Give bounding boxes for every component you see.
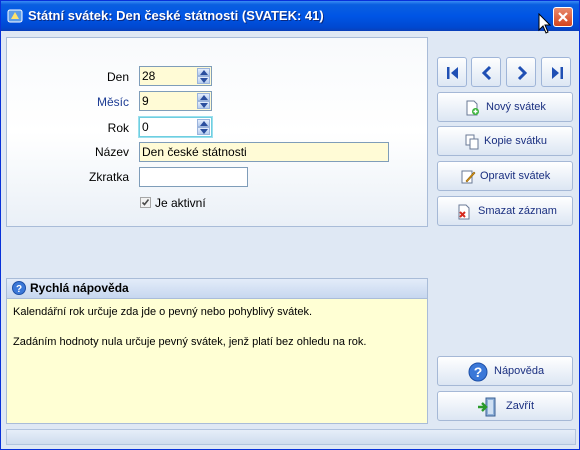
last-icon (552, 67, 563, 79)
help-icon: ? (468, 362, 488, 382)
mesic-value: 9 (142, 94, 149, 108)
help-button[interactable]: ? Nápověda (437, 356, 573, 386)
edit-holiday-button[interactable]: Opravit svátek (437, 161, 573, 191)
rok-spin-up-button[interactable] (197, 119, 210, 127)
copy-holiday-label: Kopie svátku (484, 135, 547, 147)
den-spin-up-button[interactable] (197, 68, 210, 76)
help-text-line: Zadáním hodnoty nula určuje pevný svátek… (13, 336, 367, 348)
aktivni-label: Je aktivní (155, 196, 206, 210)
title-bar[interactable]: Státní svátek: Den české státnosti (SVAT… (1, 1, 579, 31)
nazev-label: Název (94, 145, 129, 159)
help-icon: ? (12, 281, 26, 295)
zkratka-label: Zkratka (88, 170, 129, 184)
first-record-button[interactable] (437, 57, 467, 87)
den-value: 28 (142, 69, 156, 83)
dialog-window: Státní svátek: Den české státnosti (SVAT… (0, 0, 580, 450)
delete-icon (458, 204, 470, 220)
rok-spinner[interactable]: 0 (139, 117, 212, 137)
arrow-down-icon (200, 103, 208, 108)
arrow-up-icon (200, 95, 208, 100)
mouse-cursor-icon (538, 13, 552, 34)
delete-record-label: Smazat záznam (478, 205, 557, 217)
exit-door-icon (478, 397, 496, 417)
next-record-button[interactable] (506, 57, 536, 87)
help-text-line: Kalendářní rok určuje zda jde o pevný ne… (13, 306, 313, 318)
chevron-left-icon (481, 65, 492, 81)
den-spinner[interactable]: 28 (139, 66, 212, 86)
close-dialog-label: Zavřít (506, 400, 535, 412)
arrow-up-icon (200, 121, 208, 126)
checkmark-icon (141, 199, 150, 206)
delete-record-button[interactable]: Smazat záznam (437, 196, 573, 226)
mesic-spin-down-button[interactable] (197, 101, 210, 109)
close-icon (558, 12, 568, 22)
arrow-up-icon (200, 70, 208, 75)
quick-help-panel: ? Rychlá nápověda Kalendářní rok určuje … (6, 278, 428, 424)
chevron-right-icon (517, 65, 528, 81)
aktivni-checkbox[interactable] (140, 197, 151, 208)
new-holiday-label: Nový svátek (486, 101, 546, 113)
svg-text:?: ? (16, 284, 22, 295)
first-icon (447, 67, 458, 79)
arrow-down-icon (200, 78, 208, 83)
window-title: Státní svátek: Den české státnosti (SVAT… (28, 8, 324, 23)
edit-icon (461, 170, 476, 184)
mesic-spin-up-button[interactable] (197, 93, 210, 101)
copy-holiday-button[interactable]: Kopie svátku (437, 126, 573, 156)
den-spin-down-button[interactable] (197, 76, 210, 84)
close-button[interactable] (553, 7, 573, 27)
form-panel: Den 28 Měsíc 9 Rok 0 Název Den české stá… (6, 37, 428, 227)
previous-record-button[interactable] (471, 57, 501, 87)
close-dialog-button[interactable]: Zavřít (437, 391, 573, 421)
zkratka-input[interactable] (139, 167, 248, 187)
svg-text:?: ? (474, 364, 483, 380)
quick-help-header: ? Rychlá nápověda (7, 279, 427, 299)
arrow-down-icon (200, 129, 208, 134)
quick-help-title: Rychlá nápověda (30, 281, 129, 295)
rok-spin-down-button[interactable] (197, 127, 210, 135)
status-bar (6, 429, 576, 445)
mesic-label: Měsíc (96, 95, 129, 109)
den-label: Den (106, 70, 129, 84)
rok-label: Rok (107, 121, 129, 135)
last-record-button[interactable] (541, 57, 571, 87)
new-holiday-button[interactable]: Nový svátek (437, 92, 573, 122)
help-label: Nápověda (494, 365, 545, 377)
copy-icon (465, 134, 479, 150)
rok-value: 0 (142, 120, 149, 134)
mesic-spinner[interactable]: 9 (139, 91, 212, 111)
new-document-icon (466, 100, 479, 116)
edit-holiday-label: Opravit svátek (480, 170, 551, 182)
nazev-input[interactable]: Den české státnosti (139, 142, 389, 162)
app-icon (7, 8, 23, 24)
